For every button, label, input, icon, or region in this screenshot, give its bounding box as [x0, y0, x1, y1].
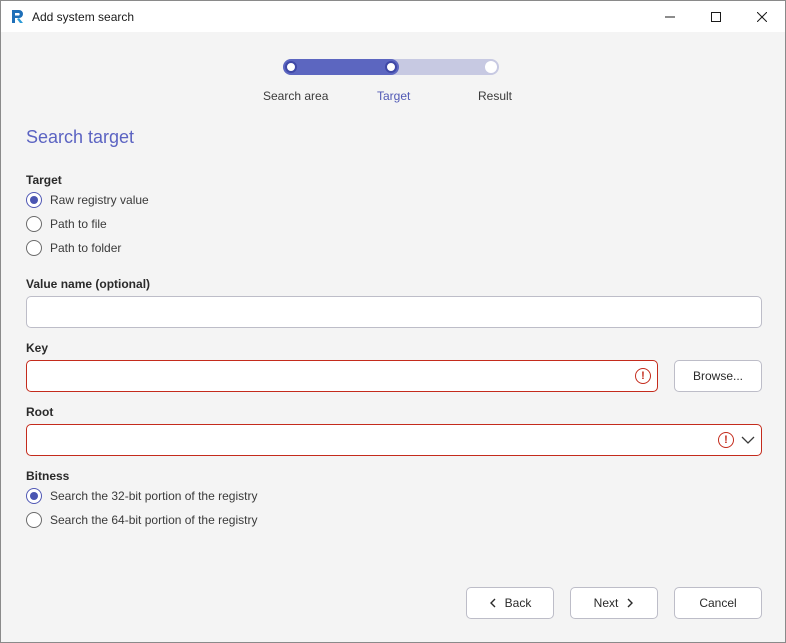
- close-icon: [757, 11, 767, 22]
- step-dot-target: [385, 61, 397, 73]
- section-title: Search target: [26, 127, 135, 147]
- radio-label: Path to folder: [50, 241, 122, 255]
- radio-64-bit[interactable]: Search the 64-bit portion of the registr…: [26, 511, 257, 529]
- radio-button[interactable]: [26, 512, 42, 528]
- browse-button-label: Browse...: [692, 369, 743, 383]
- dialog-window: Add system search Search area Target Res…: [0, 0, 786, 643]
- back-button-label: Back: [504, 596, 532, 610]
- radio-label: Search the 32-bit portion of the registr…: [50, 489, 258, 503]
- value-name-input[interactable]: [26, 296, 762, 328]
- step-dot-result: [485, 61, 497, 73]
- radio-label: Search the 64-bit portion of the registr…: [50, 513, 258, 527]
- chevron-left-icon: [489, 598, 496, 608]
- title-bar[interactable]: Add system search: [1, 1, 785, 32]
- target-label: Target: [26, 173, 62, 187]
- radio-raw-registry-value[interactable]: Raw registry value: [26, 191, 149, 209]
- error-icon: !: [635, 368, 651, 384]
- maximize-button[interactable]: [693, 1, 739, 32]
- step-label-target: Target: [377, 89, 411, 103]
- radio-path-to-file[interactable]: Path to file: [26, 215, 107, 233]
- stepper-progress: [283, 59, 399, 75]
- chevron-down-icon[interactable]: [741, 435, 755, 445]
- radio-label: Path to file: [50, 217, 107, 231]
- radio-button[interactable]: [26, 240, 42, 256]
- browse-button[interactable]: Browse...: [674, 360, 762, 392]
- step-dot-search-area: [285, 61, 297, 73]
- value-name-label: Value name (optional): [26, 277, 151, 291]
- radio-path-to-folder[interactable]: Path to folder: [26, 239, 121, 257]
- close-button[interactable]: [739, 1, 785, 32]
- radio-button-checked[interactable]: [26, 488, 42, 504]
- back-button[interactable]: Back: [466, 587, 554, 619]
- root-dropdown[interactable]: !: [26, 424, 762, 456]
- radio-button[interactable]: [26, 216, 42, 232]
- radio-label: Raw registry value: [50, 193, 149, 207]
- bitness-label: Bitness: [26, 469, 70, 483]
- radio-32-bit[interactable]: Search the 32-bit portion of the registr…: [26, 487, 257, 505]
- cancel-button[interactable]: Cancel: [674, 587, 762, 619]
- step-label-search-area: Search area: [263, 89, 329, 103]
- step-label-result: Result: [478, 89, 513, 103]
- app-logo-icon: [12, 10, 23, 23]
- next-button-label: Next: [593, 596, 619, 610]
- maximize-icon: [711, 11, 721, 22]
- minimize-icon: [665, 16, 675, 17]
- next-button[interactable]: Next: [570, 587, 658, 619]
- key-label: Key: [26, 341, 49, 355]
- radio-button-checked[interactable]: [26, 192, 42, 208]
- chevron-right-icon: [627, 598, 634, 608]
- root-label: Root: [26, 405, 54, 419]
- window-title: Add system search: [32, 10, 135, 24]
- minimize-button[interactable]: [647, 1, 693, 32]
- key-input[interactable]: !: [26, 360, 658, 392]
- wizard-stepper: [283, 59, 499, 75]
- error-icon: !: [718, 432, 734, 448]
- cancel-button-label: Cancel: [699, 596, 737, 610]
